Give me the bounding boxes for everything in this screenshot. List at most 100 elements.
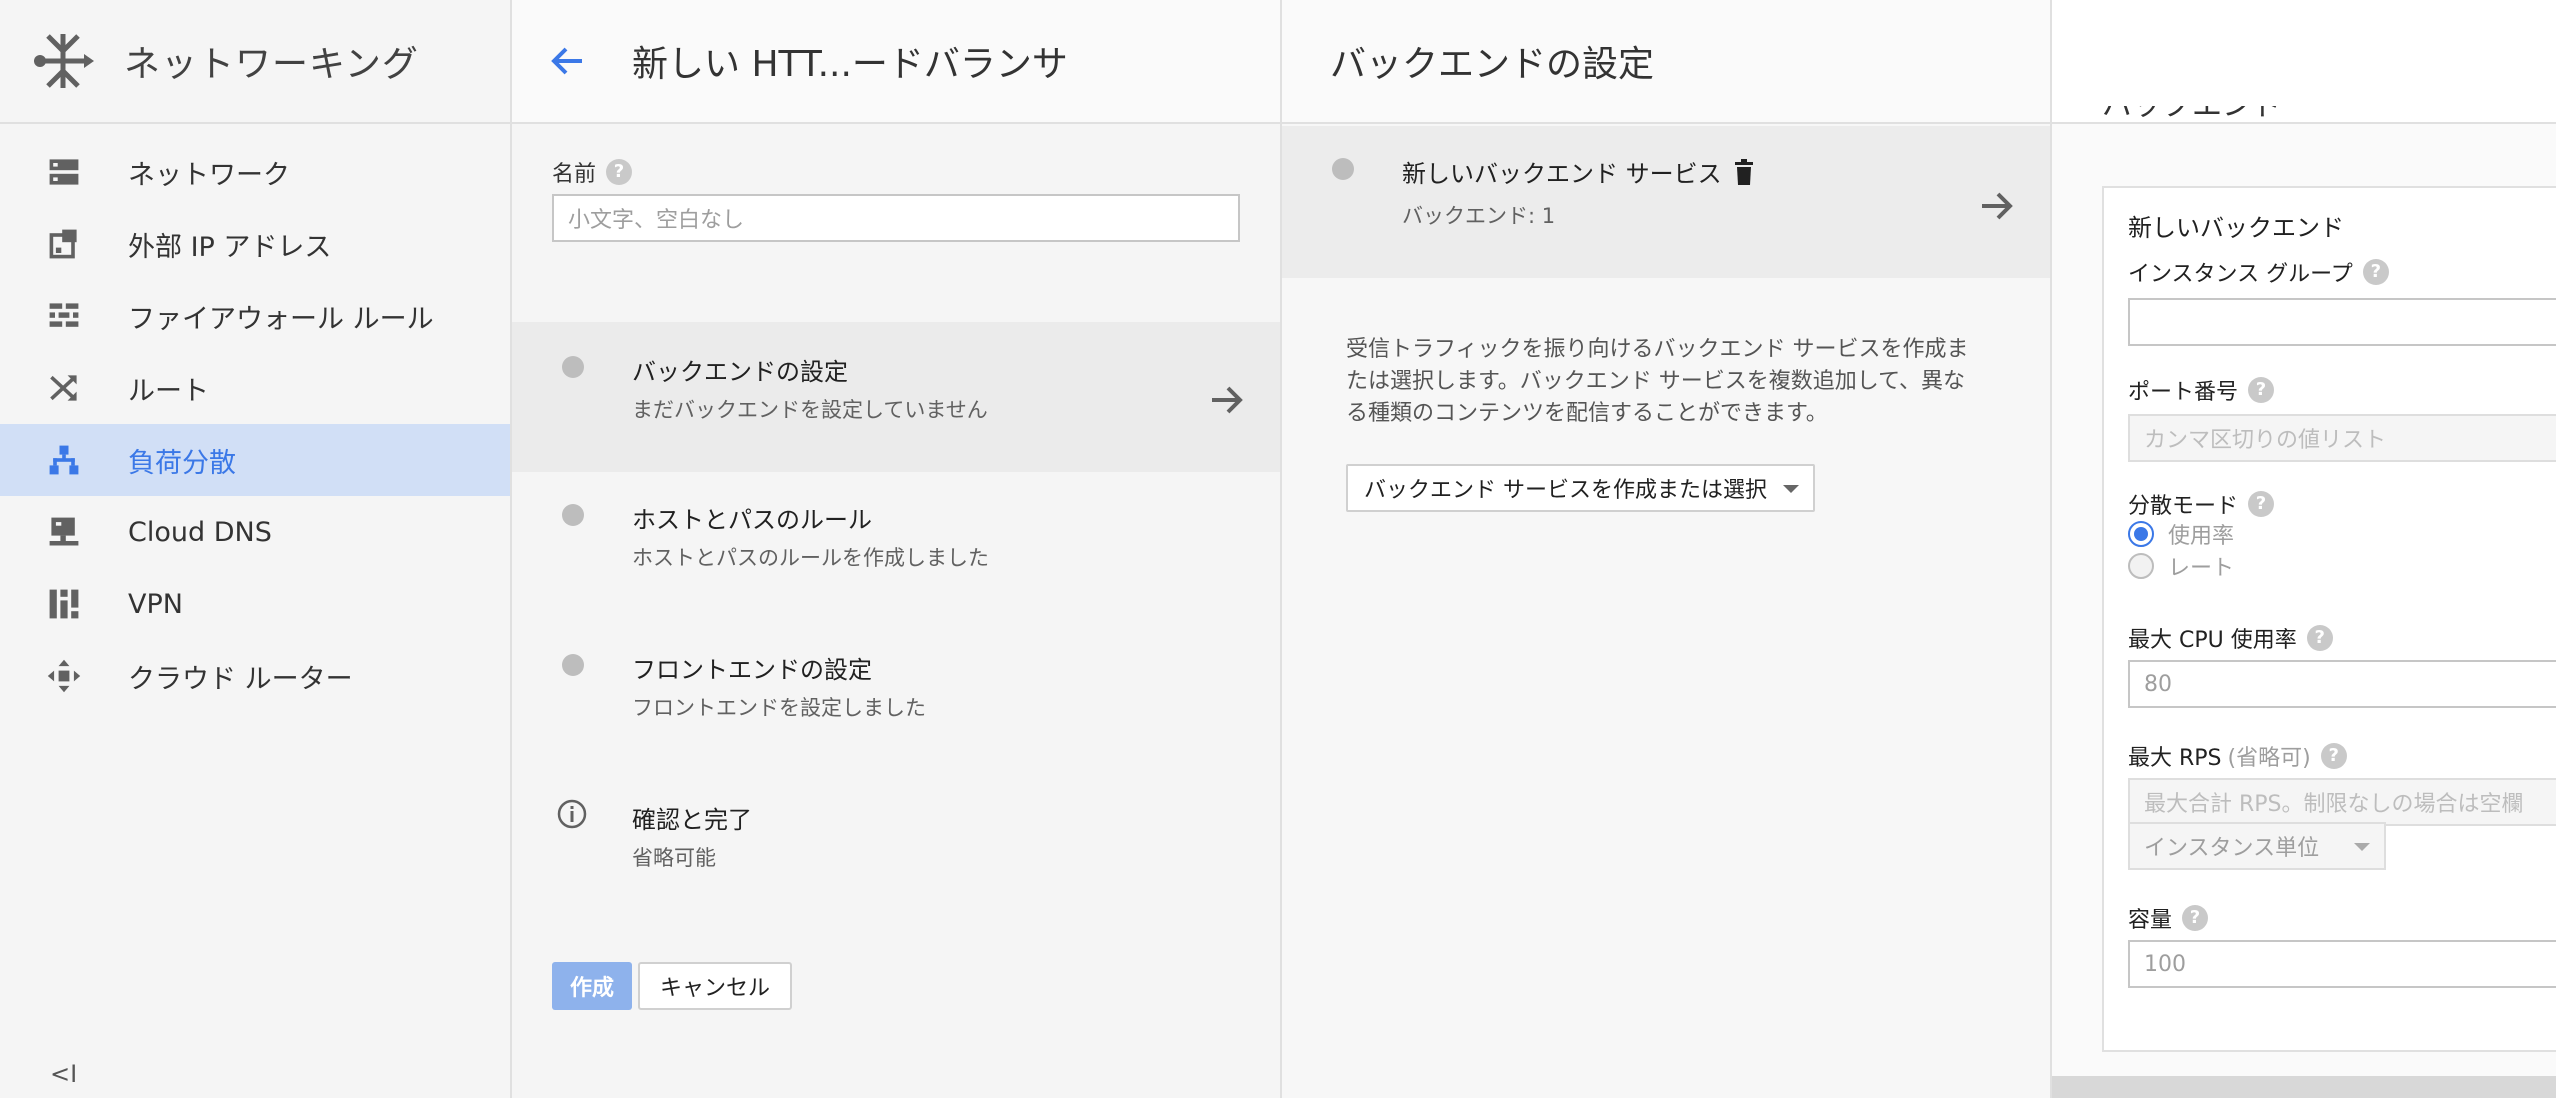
info-icon bbox=[557, 799, 587, 829]
chevron-down-icon bbox=[2354, 843, 2370, 851]
nav-panel: ネットワーキング ネットワーク 外部 IP アドレス ファイアウォール ルール … bbox=[0, 0, 512, 1098]
help-icon[interactable]: ? bbox=[2320, 743, 2347, 769]
nav-header: ネットワーキング bbox=[0, 0, 510, 124]
trash-icon[interactable] bbox=[1732, 158, 1756, 186]
step-title: ホストとパスのルール bbox=[632, 506, 872, 534]
capacity-label-row: 容量 ? bbox=[2128, 902, 2209, 934]
help-icon[interactable]: ? bbox=[2248, 377, 2275, 403]
network-icon bbox=[44, 152, 84, 192]
wizard-title: 新しい HTT...ードバランサ bbox=[632, 44, 1068, 85]
backend-service-dropdown[interactable]: バックエンド サービスを作成または選択 bbox=[1346, 464, 1815, 512]
nav-item-external-ip[interactable]: 外部 IP アドレス bbox=[0, 208, 510, 280]
arrow-right-icon bbox=[1212, 386, 1243, 414]
arrow-right-icon bbox=[1982, 192, 2013, 220]
name-label: 名前 bbox=[552, 162, 597, 187]
help-icon[interactable]: ? bbox=[2248, 491, 2275, 517]
backend-description: 受信トラフィックを振り向けるバックエンド サービスを作成または選択します。バック… bbox=[1346, 337, 1969, 426]
service-title: 新しいバックエンド サービス bbox=[1402, 160, 1722, 188]
chevron-down-icon bbox=[1783, 485, 1799, 493]
max-cpu-label-row: 最大 CPU 使用率 ? bbox=[2128, 622, 2333, 654]
collapse-nav-button[interactable]: <I bbox=[50, 1060, 77, 1088]
port-input[interactable]: カンマ区切りの値リスト bbox=[2128, 414, 2556, 462]
external-ip-icon bbox=[44, 224, 84, 264]
step-title: フロントエンドの設定 bbox=[632, 656, 872, 684]
create-button[interactable]: 作成 bbox=[552, 962, 632, 1010]
load-balancing-icon bbox=[44, 440, 84, 480]
rps-unit-select[interactable]: インスタンス単位 bbox=[2128, 822, 2386, 870]
backend-config-header: バックエンドの設定 bbox=[1282, 0, 2050, 124]
capacity-input[interactable]: 100 bbox=[2128, 940, 2556, 988]
nav-item-routes[interactable]: ルート bbox=[0, 352, 510, 424]
backends-heading: バックエンド bbox=[2102, 106, 2282, 128]
port-label: ポート番号 bbox=[2128, 380, 2239, 405]
capacity-label: 容量 bbox=[2128, 908, 2173, 933]
help-icon[interactable]: ? bbox=[2306, 625, 2333, 651]
nav-item-vpn[interactable]: VPN bbox=[0, 568, 510, 640]
max-cpu-input[interactable]: 80 bbox=[2128, 660, 2556, 708]
name-label-row: 名前 ? bbox=[552, 156, 633, 188]
help-icon[interactable]: ? bbox=[2362, 259, 2389, 285]
rps-unit-label: インスタンス単位 bbox=[2144, 836, 2320, 861]
app-title: ネットワーキング bbox=[124, 44, 419, 85]
max-rps-label-row: 最大 RPS (省略可) ? bbox=[2128, 740, 2347, 772]
step-subtitle: まだバックエンドを設定していません bbox=[632, 398, 988, 422]
help-icon[interactable]: ? bbox=[2182, 905, 2209, 931]
back-arrow-icon[interactable] bbox=[548, 41, 588, 81]
radio-label: レート bbox=[2168, 556, 2235, 581]
max-rps-label: 最大 RPS bbox=[2128, 746, 2222, 771]
horizontal-scrollbar[interactable] bbox=[2052, 1076, 2556, 1098]
backend-config-panel: バックエンドの設定 新しいバックエンド サービス バックエンド: 1 受信トラフ… bbox=[1282, 0, 2052, 1098]
name-input[interactable]: 小文字、空白なし bbox=[552, 194, 1240, 242]
nav-label: 外部 IP アドレス bbox=[128, 231, 332, 263]
cloud-router-icon bbox=[44, 656, 84, 696]
step-backend-config[interactable]: バックエンドの設定 まだバックエンドを設定していません bbox=[512, 322, 1280, 472]
cancel-button[interactable]: キャンセル bbox=[638, 962, 792, 1010]
nav-item-cloud-router[interactable]: クラウド ルーター bbox=[0, 640, 510, 712]
nav-item-cloud-dns[interactable]: Cloud DNS bbox=[0, 496, 510, 568]
backend-service-item[interactable]: 新しいバックエンド サービス バックエンド: 1 bbox=[1282, 126, 2050, 278]
max-cpu-label: 最大 CPU 使用率 bbox=[2128, 628, 2297, 653]
help-icon[interactable]: ? bbox=[606, 159, 633, 185]
nav-item-firewall[interactable]: ファイアウォール ルール bbox=[0, 280, 510, 352]
nav-label: 負荷分散 bbox=[128, 447, 236, 479]
step-subtitle: 省略可能 bbox=[632, 846, 716, 870]
mode-label: 分散モード bbox=[2128, 494, 2239, 519]
step-frontend-config[interactable]: フロントエンドの設定 フロントエンドを設定しました bbox=[512, 622, 1280, 772]
radio-unchecked-icon bbox=[2128, 553, 2154, 579]
step-status-dot bbox=[562, 504, 584, 526]
wizard-header: 新しい HTT...ードバランサ bbox=[512, 0, 1280, 124]
max-rps-input[interactable]: 最大合計 RPS。制限なしの場合は空欄 bbox=[2128, 778, 2556, 826]
nav-item-load-balancing[interactable]: 負荷分散 bbox=[0, 424, 510, 496]
step-subtitle: ホストとパスのルールを作成しました bbox=[632, 546, 989, 570]
step-status-dot bbox=[562, 356, 584, 378]
nav-label: ファイアウォール ルール bbox=[128, 303, 434, 335]
mode-radio-utilization[interactable]: 使用率 bbox=[2128, 518, 2234, 550]
backend-config-title: バックエンドの設定 bbox=[1330, 44, 1655, 85]
instance-group-select[interactable] bbox=[2128, 298, 2556, 346]
service-title-row: 新しいバックエンド サービス bbox=[1402, 154, 1756, 189]
cloud-dns-icon bbox=[44, 512, 84, 552]
new-backend-panel: バックエンド 新しいバックエンド インスタンス グループ ? ポート番号 ? カ… bbox=[2052, 0, 2556, 1098]
step-title: バックエンドの設定 bbox=[632, 358, 848, 386]
wizard-panel: 新しい HTT...ードバランサ 名前 ? 小文字、空白なし バックエンドの設定… bbox=[512, 0, 1282, 1098]
instance-group-label: インスタンス グループ bbox=[2128, 262, 2353, 287]
nav-label: ネットワーク bbox=[128, 159, 290, 191]
instance-group-label-row: インスタンス グループ ? bbox=[2128, 256, 2389, 288]
nav-item-network[interactable]: ネットワーク bbox=[0, 136, 510, 208]
step-review-finalize[interactable]: 確認と完了 省略可能 bbox=[512, 772, 1280, 922]
optional-tag: (省略可) bbox=[2227, 746, 2311, 771]
networking-icon bbox=[34, 34, 94, 88]
step-subtitle: フロントエンドを設定しました bbox=[632, 696, 926, 720]
nav-label: クラウド ルーター bbox=[128, 663, 353, 695]
step-status-dot bbox=[562, 654, 584, 676]
port-label-row: ポート番号 ? bbox=[2128, 374, 2275, 406]
vpn-icon bbox=[44, 584, 84, 624]
mode-radio-rate[interactable]: レート bbox=[2128, 550, 2234, 582]
card-title: 新しいバックエンド bbox=[2128, 214, 2344, 242]
dropdown-label: バックエンド サービスを作成または選択 bbox=[1364, 478, 1767, 503]
step-title: 確認と完了 bbox=[632, 806, 752, 834]
mode-label-row: 分散モード ? bbox=[2128, 488, 2275, 520]
step-host-path-rules[interactable]: ホストとパスのルール ホストとパスのルールを作成しました bbox=[512, 472, 1280, 622]
service-subtitle: バックエンド: 1 bbox=[1402, 204, 1556, 228]
new-backend-card: 新しいバックエンド インスタンス グループ ? ポート番号 ? カンマ区切りの値… bbox=[2102, 186, 2556, 1052]
